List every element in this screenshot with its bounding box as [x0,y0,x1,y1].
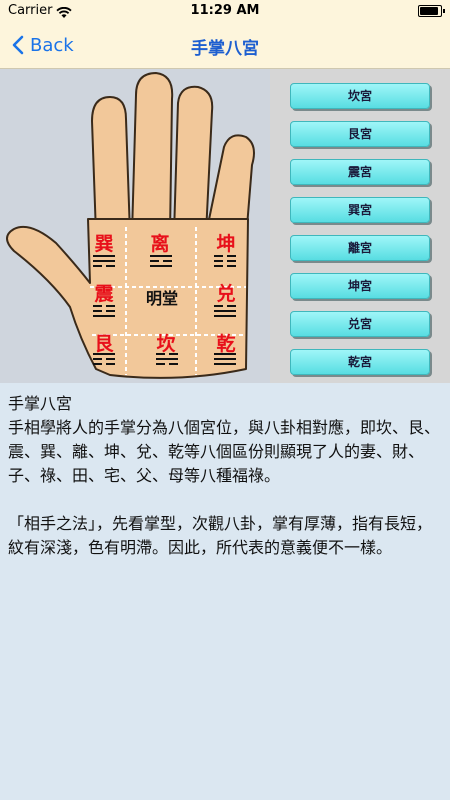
gua-kun: 坤 [216,233,236,255]
trigram-kan-icon [156,353,178,368]
status-time: 11:29 AM [190,3,260,18]
gua-zhen: 震 [94,283,114,305]
navigation-bar: Back 手掌八宮 [0,22,450,69]
palace-button-xun[interactable]: 巽宮 [290,197,430,223]
trigram-li-icon [150,255,172,270]
gua-qian: 乾 [216,333,236,355]
trigram-kun-icon [214,255,236,270]
palm-figure: 巽 离 坤 震 明堂 兑 艮 坎 乾 坎宮 艮宮 震宮 巽宮 離宮 坤宮 兑宮 … [0,69,450,383]
content-heading: 手掌八宮 [8,394,73,413]
content-paragraph-2: 「相手之法」，先看掌型，次觀八卦，掌有厚薄，指有長短，紋有深淺，色有明滯。因此，… [8,514,433,557]
battery-icon [418,5,445,17]
trigram-gen-icon [93,353,115,368]
content-paragraph-1: 手相學將人的手掌分為八個宮位，與八卦相對應，即坎、艮、震、巽、離、坤、兌、乾等八… [8,418,441,485]
trigram-xun-icon [93,255,115,270]
palace-button-dui[interactable]: 兑宮 [290,311,430,337]
palace-button-qian[interactable]: 乾宮 [290,349,430,375]
palace-button-kun[interactable]: 坤宮 [290,273,430,299]
palm-illustration: 巽 离 坤 震 明堂 兑 艮 坎 乾 [0,69,270,383]
trigram-dui-icon [214,305,236,320]
page-title: 手掌八宮 [191,39,259,59]
status-bar: Carrier 11:29 AM [0,0,450,22]
mingtang-label: 明堂 [146,289,179,308]
palace-button-kan[interactable]: 坎宮 [290,83,430,109]
gua-dui: 兑 [216,283,236,305]
gua-kan: 坎 [156,333,176,355]
palace-button-zhen[interactable]: 震宮 [290,159,430,185]
palace-button-li[interactable]: 離宮 [290,235,430,261]
gua-li: 离 [150,233,170,255]
trigram-qian-icon [214,353,236,368]
gua-xun: 巽 [94,233,114,255]
description-text: 手掌八宮 手相學將人的手掌分為八個宮位，與八卦相對應，即坎、艮、震、巽、離、坤、… [8,392,442,560]
trigram-zhen-icon [93,305,115,320]
palace-button-panel: 坎宮 艮宮 震宮 巽宮 離宮 坤宮 兑宮 乾宮 [270,69,450,383]
palace-button-gen[interactable]: 艮宮 [290,121,430,147]
gua-gen: 艮 [94,333,114,355]
